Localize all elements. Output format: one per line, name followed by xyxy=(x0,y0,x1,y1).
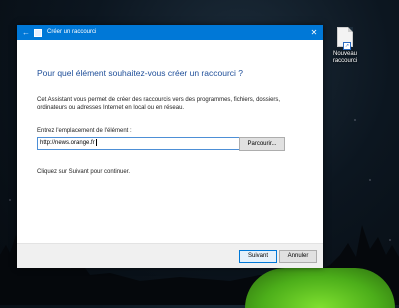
green-tent xyxy=(245,268,395,308)
new-shortcut-icon: ↗ xyxy=(337,27,353,50)
shortcut-arrow-icon: ↗ xyxy=(343,42,351,50)
close-button[interactable]: ✕ xyxy=(305,25,323,40)
dialog-titlebar: ← Créer un raccourci ✕ xyxy=(17,25,323,40)
text-caret xyxy=(95,138,97,146)
dialog-title: Créer un raccourci xyxy=(47,29,97,35)
intro-text: Cet Assistant vous permet de créer des r… xyxy=(37,97,281,111)
next-button[interactable]: Suivant xyxy=(239,250,277,263)
continue-hint: Cliquez sur Suivant pour continuer. xyxy=(37,169,131,175)
cancel-button[interactable]: Annuler xyxy=(279,250,317,263)
create-shortcut-dialog: ← Créer un raccourci ✕ Pour quel élément… xyxy=(17,25,323,268)
location-input-value: http://news.orange.fr xyxy=(40,140,95,146)
dialog-footer: Suivant Annuler xyxy=(17,243,323,268)
location-label: Entrez l'emplacement de l'élément : xyxy=(37,128,132,134)
location-input[interactable]: http://news.orange.fr xyxy=(37,137,243,150)
dialog-heading: Pour quel élément souhaitez-vous créer u… xyxy=(37,68,243,78)
browse-button[interactable]: Parcourir... xyxy=(239,137,285,151)
back-arrow-icon[interactable]: ← xyxy=(22,28,32,37)
desktop-shortcut-label: Nouveau raccourci xyxy=(332,51,358,64)
shortcut-wizard-icon xyxy=(34,29,42,37)
desktop-shortcut[interactable]: ↗ Nouveau raccourci xyxy=(330,27,360,65)
